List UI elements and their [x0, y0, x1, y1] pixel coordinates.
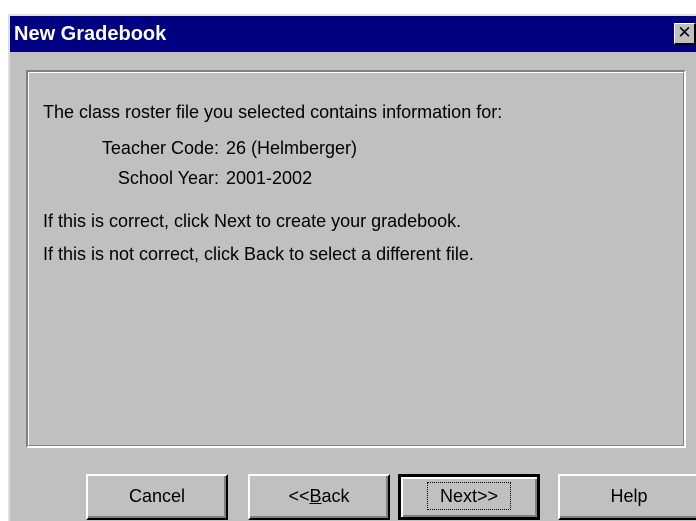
message-panel: The class roster file you selected conta… [26, 70, 686, 448]
title-bar: New Gradebook ✕ [10, 16, 696, 52]
new-gradebook-dialog: New Gradebook ✕ The class roster file yo… [8, 14, 696, 521]
teacher-code-label: Teacher Code: [101, 138, 219, 158]
back-button-label: <<Back [288, 486, 350, 506]
next-button[interactable]: Next>> [398, 474, 540, 520]
message-panel-inner: The class roster file you selected conta… [28, 72, 684, 446]
back-instruction: If this is not correct, click Back to se… [43, 244, 474, 264]
teacher-code-value: 26 (Helmberger) [226, 138, 358, 158]
cancel-button[interactable]: Cancel [86, 474, 228, 520]
back-mnemonic: B [309, 486, 322, 506]
close-button[interactable]: ✕ [674, 23, 696, 45]
window-title: New Gradebook [14, 23, 167, 45]
back-button[interactable]: <<Back [248, 474, 390, 520]
help-button-label: Help [610, 486, 648, 506]
intro-text: The class roster file you selected conta… [43, 102, 503, 122]
next-instruction: If this is correct, click Next to create… [43, 211, 462, 231]
school-year-label: School Year: [117, 168, 219, 188]
close-icon: ✕ [677, 23, 692, 43]
cancel-button-label: Cancel [128, 486, 186, 506]
next-button-label: Next>> [426, 482, 512, 510]
help-button[interactable]: Help [558, 474, 696, 520]
school-year-value: 2001-2002 [226, 168, 313, 188]
